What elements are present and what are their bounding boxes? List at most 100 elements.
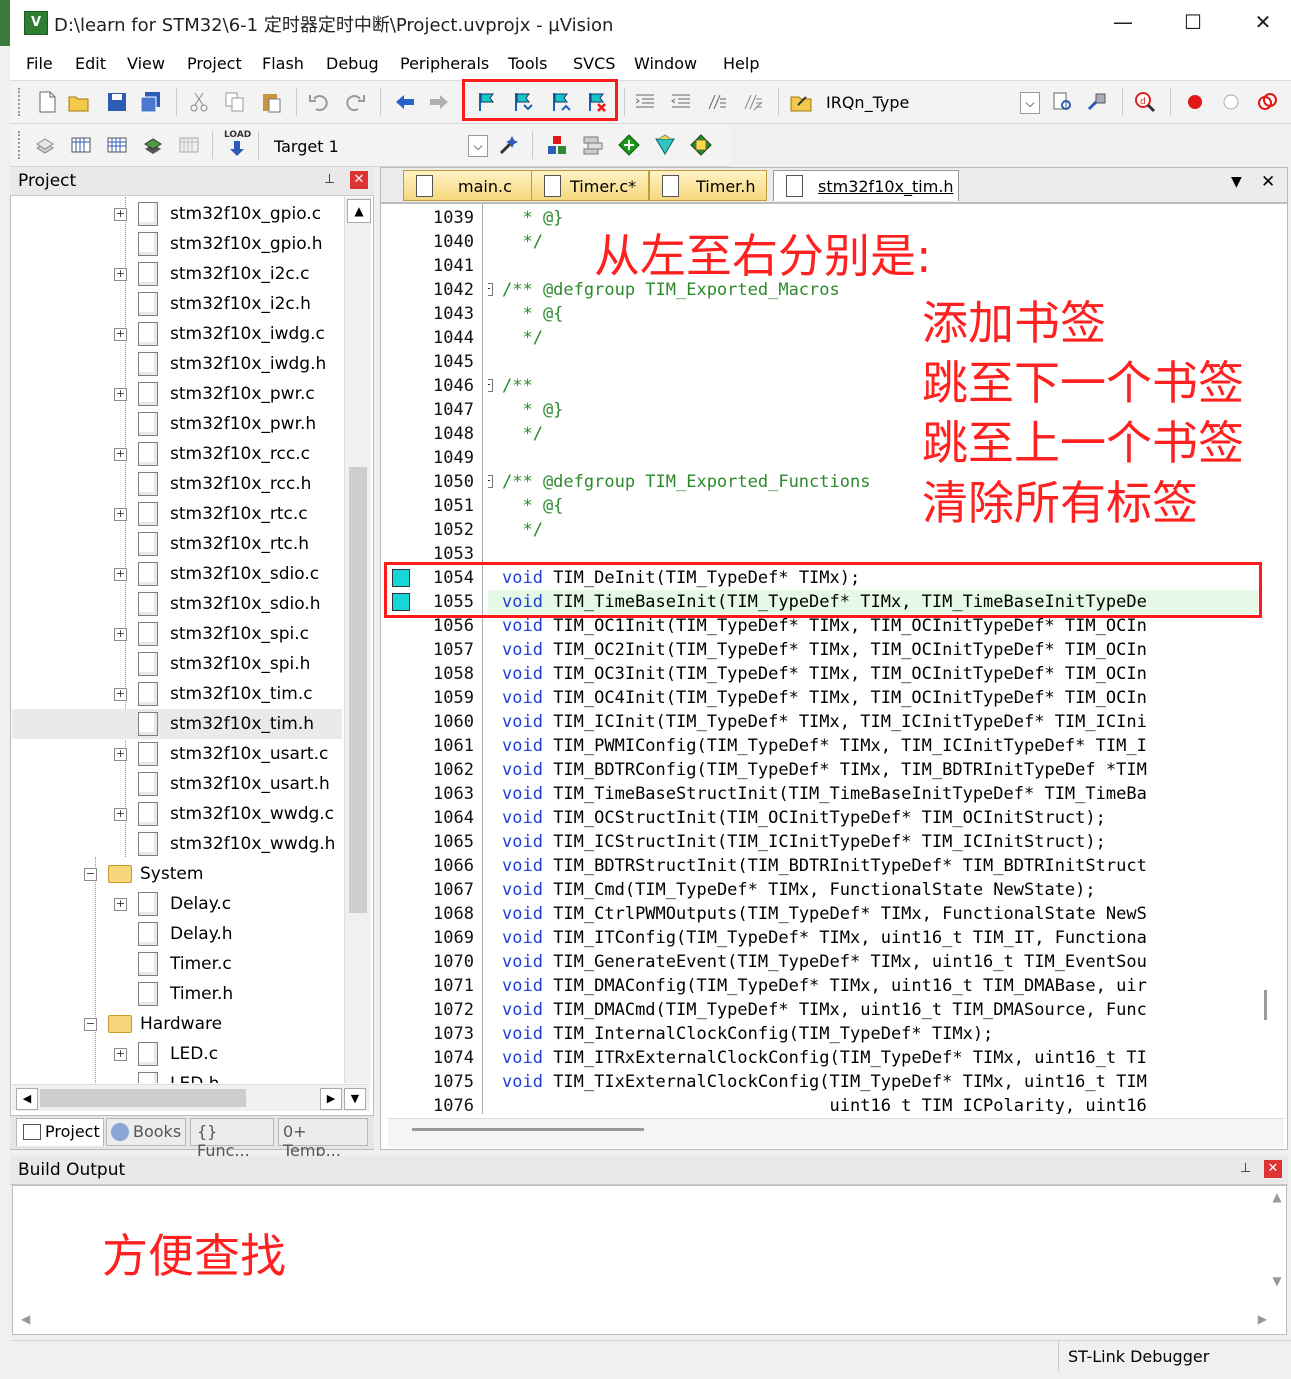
tab-functions[interactable]: {} Func... xyxy=(190,1118,274,1160)
undo-icon[interactable] xyxy=(308,91,330,113)
code-line[interactable]: void TIM_BDTRStructInit(TIM_BDTRInitType… xyxy=(502,854,1147,878)
code-line[interactable]: void TIM_OC3Init(TIM_TypeDef* TIMx, TIM_… xyxy=(502,662,1147,686)
expand-icon[interactable]: + xyxy=(114,898,127,911)
copy-icon[interactable] xyxy=(224,91,246,113)
paste-icon[interactable] xyxy=(260,91,282,113)
editor-scroll-indicator[interactable] xyxy=(1264,990,1267,1020)
tree-item-file[interactable]: stm32f10x_usart.h xyxy=(12,769,342,799)
menu-peripherals[interactable]: Peripherals xyxy=(400,54,489,73)
code-line[interactable]: void TIM_OC2Init(TIM_TypeDef* TIMx, TIM_… xyxy=(502,638,1147,662)
tree-item-file[interactable]: + stm32f10x_i2c.c xyxy=(12,259,342,289)
code-line[interactable]: * @{ xyxy=(502,302,563,326)
find-icon[interactable] xyxy=(1052,91,1074,113)
code-line[interactable]: void TIM_DMAConfig(TIM_TypeDef* TIMx, ui… xyxy=(502,974,1147,998)
expand-icon[interactable]: + xyxy=(114,568,127,581)
expand-icon[interactable]: + xyxy=(114,388,127,401)
close-window-button[interactable]: ✕ xyxy=(1240,6,1286,38)
code-line[interactable]: void TIM_TIxExternalClockConfig(TIM_Type… xyxy=(502,1070,1147,1094)
save-all-icon[interactable] xyxy=(140,91,162,113)
code-line[interactable]: void TIM_OC4Init(TIM_TypeDef* TIMx, TIM_… xyxy=(502,686,1147,710)
unindent-icon[interactable] xyxy=(670,91,692,113)
close-build-output-button[interactable]: ✕ xyxy=(1264,1160,1282,1178)
expand-icon[interactable]: + xyxy=(114,208,127,221)
menu-project[interactable]: Project xyxy=(187,54,242,73)
project-horizontal-scrollbar[interactable]: ◀ ▶ ▼ xyxy=(12,1084,370,1111)
download-icon[interactable]: LOAD xyxy=(224,130,251,160)
fold-toggle-icon[interactable]: − xyxy=(488,283,493,296)
tab-main-c[interactable]: main.c xyxy=(403,170,543,201)
uncomment-selection-icon[interactable] xyxy=(742,91,764,113)
expand-icon[interactable]: + xyxy=(114,328,127,341)
editor-horizontal-scrollbar[interactable] xyxy=(388,1118,1284,1147)
tree-item-file[interactable]: Timer.h xyxy=(12,979,342,1009)
tab-list-dropdown-icon[interactable]: ▼ xyxy=(1231,174,1242,190)
tree-item-file[interactable]: + stm32f10x_usart.c xyxy=(12,739,342,769)
code-line[interactable]: * @} xyxy=(502,206,563,230)
tree-item-file[interactable]: stm32f10x_sdio.h xyxy=(12,589,342,619)
enable-breakpoint-icon[interactable] xyxy=(1220,91,1242,113)
horizontal-scroll-thumb[interactable] xyxy=(40,1089,246,1107)
find-in-files-icon[interactable] xyxy=(790,91,812,113)
scroll-left-arrow-icon[interactable]: ◀ xyxy=(16,1088,38,1110)
debug-session-icon[interactable]: d xyxy=(1134,91,1156,113)
build-icon[interactable] xyxy=(70,134,92,156)
tree-item-file[interactable]: Delay.h xyxy=(12,919,342,949)
tree-item-file[interactable]: + stm32f10x_pwr.c xyxy=(12,379,342,409)
code-line[interactable]: */ xyxy=(502,422,542,446)
code-line[interactable]: void TIM_InternalClockConfig(TIM_TypeDef… xyxy=(502,1022,993,1046)
tree-item-file[interactable]: stm32f10x_wwdg.h xyxy=(12,829,342,859)
expand-icon[interactable]: + xyxy=(114,688,127,701)
new-file-icon[interactable] xyxy=(36,91,58,113)
code-line[interactable]: void TIM_OCStructInit(TIM_OCInitTypeDef*… xyxy=(502,806,1106,830)
collapse-icon[interactable]: − xyxy=(84,868,97,881)
tree-group[interactable]: − Hardware xyxy=(12,1009,342,1039)
tree-item-file[interactable]: stm32f10x_rtc.h xyxy=(12,529,342,559)
manage-rte-icon[interactable] xyxy=(618,134,640,156)
tree-item-file[interactable]: LED.h xyxy=(12,1069,342,1083)
tree-item-file[interactable]: + LED.c xyxy=(12,1039,342,1069)
tree-item-file[interactable]: + stm32f10x_sdio.c xyxy=(12,559,342,589)
menu-tools[interactable]: Tools xyxy=(508,54,547,73)
manage-project-items-icon[interactable] xyxy=(546,134,568,156)
fold-toggle-icon[interactable]: − xyxy=(488,475,493,488)
expand-icon[interactable]: + xyxy=(114,628,127,641)
navigate-forward-icon[interactable] xyxy=(428,91,450,113)
tab-templates[interactable]: 0+ Temp... xyxy=(278,1118,368,1160)
target-select-dropdown[interactable]: ⌵ xyxy=(468,135,488,157)
code-line[interactable]: void TIM_PWMIConfig(TIM_TypeDef* TIMx, T… xyxy=(502,734,1147,758)
comment-selection-icon[interactable] xyxy=(706,91,728,113)
open-file-icon[interactable] xyxy=(68,91,90,113)
batch-build-icon[interactable] xyxy=(142,134,164,156)
translate-icon[interactable] xyxy=(34,134,56,156)
tree-group[interactable]: − System xyxy=(12,859,342,889)
collapse-icon[interactable]: − xyxy=(84,1018,97,1031)
expand-icon[interactable]: + xyxy=(114,268,127,281)
tree-item-file[interactable]: + stm32f10x_gpio.c xyxy=(12,199,342,229)
select-packs-icon[interactable] xyxy=(582,134,604,156)
tab-stm32f10x-tim-h[interactable]: stm32f10x_tim.h xyxy=(773,170,959,201)
tree-item-file[interactable]: stm32f10x_iwdg.h xyxy=(12,349,342,379)
tab-books[interactable]: Books xyxy=(106,1118,186,1146)
menu-flash[interactable]: Flash xyxy=(262,54,304,73)
close-tab-button[interactable]: ✕ xyxy=(1261,172,1275,192)
code-line[interactable]: */ xyxy=(502,518,542,542)
tree-item-file[interactable]: stm32f10x_i2c.h xyxy=(12,289,342,319)
minimize-button[interactable]: — xyxy=(1100,6,1146,38)
software-packs-icon[interactable] xyxy=(690,134,712,156)
scroll-thumb[interactable] xyxy=(349,467,367,913)
code-line[interactable]: * @} xyxy=(502,398,563,422)
close-panel-button[interactable]: ✕ xyxy=(350,171,368,189)
stop-build-icon[interactable] xyxy=(178,134,200,156)
tab-timer-c[interactable]: Timer.c* xyxy=(531,170,649,201)
expand-icon[interactable]: + xyxy=(114,508,127,521)
tree-item-file[interactable]: Timer.c xyxy=(12,949,342,979)
tree-item-file[interactable]: stm32f10x_pwr.h xyxy=(12,409,342,439)
target-select-value[interactable]: Target 1 xyxy=(274,137,339,156)
options-for-target-icon[interactable] xyxy=(498,134,520,156)
pin-icon[interactable]: ⊥ xyxy=(324,172,335,187)
tree-item-file[interactable]: + stm32f10x_wwdg.c xyxy=(12,799,342,829)
find-combobox-value[interactable]: IRQn_Type xyxy=(826,93,909,112)
incremental-find-icon[interactable] xyxy=(1086,91,1108,113)
code-line[interactable]: void TIM_ITRxExternalClockConfig(TIM_Typ… xyxy=(502,1046,1147,1070)
tab-timer-h[interactable]: Timer.h xyxy=(649,170,767,201)
